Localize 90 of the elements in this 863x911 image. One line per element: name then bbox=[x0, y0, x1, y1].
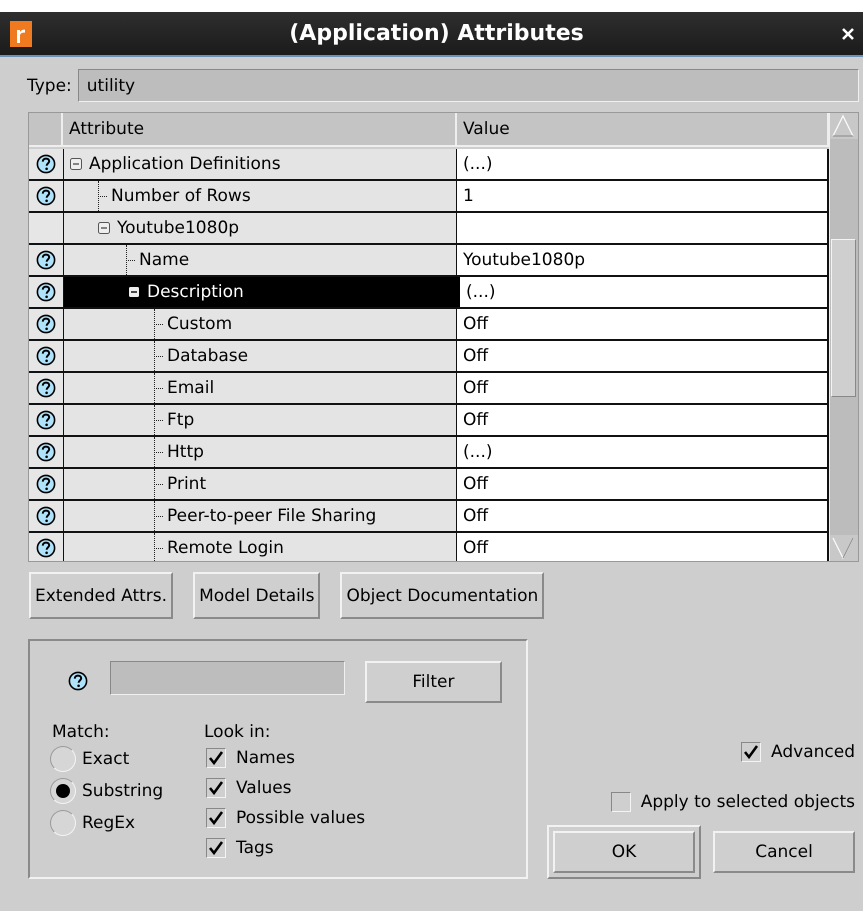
table-cell[interactable] bbox=[457, 213, 830, 243]
close-icon[interactable] bbox=[841, 26, 855, 40]
tree-line bbox=[126, 245, 137, 275]
tree-item[interactable]: Description bbox=[64, 277, 460, 307]
look-in-label: Look in: bbox=[204, 721, 272, 743]
checkbox-label[interactable]: Names bbox=[236, 748, 296, 768]
table-cell[interactable]: Off bbox=[457, 501, 830, 531]
tree-item[interactable]: Http bbox=[64, 437, 457, 467]
help-icon[interactable] bbox=[29, 309, 64, 339]
tree-item[interactable]: Application Definitions bbox=[64, 149, 457, 179]
table-cell[interactable]: Off bbox=[457, 469, 830, 499]
radio-label[interactable]: Exact bbox=[82, 749, 130, 769]
checkbox[interactable] bbox=[741, 742, 762, 762]
checkbox[interactable] bbox=[206, 808, 226, 828]
table-cell[interactable]: (...) bbox=[457, 437, 830, 467]
radio-button[interactable] bbox=[50, 778, 76, 804]
tree-line bbox=[154, 405, 165, 435]
tree-item[interactable]: Remote Login bbox=[64, 533, 457, 561]
radio-button[interactable] bbox=[50, 746, 76, 772]
table-cell[interactable]: Off bbox=[457, 405, 830, 435]
dialog-button[interactable]: OK bbox=[553, 831, 695, 873]
collapse-icon[interactable] bbox=[70, 158, 82, 170]
filter-button[interactable]: Filter bbox=[364, 661, 502, 703]
column-header[interactable]: Attribute bbox=[63, 113, 457, 145]
table-cell[interactable]: 1 bbox=[457, 181, 830, 211]
collapse-icon[interactable] bbox=[98, 222, 110, 234]
action-button[interactable]: Object Documentation bbox=[340, 572, 544, 619]
help-icon[interactable] bbox=[29, 245, 64, 275]
help-icon[interactable] bbox=[29, 405, 64, 435]
help-icon[interactable] bbox=[29, 437, 64, 467]
table-cell[interactable]: Youtube1080p bbox=[457, 245, 830, 275]
scroll-up-icon[interactable] bbox=[830, 113, 856, 139]
checkbox-label[interactable]: Values bbox=[236, 778, 292, 798]
window-title: (Application) Attributes bbox=[288, 21, 585, 46]
tree-line bbox=[154, 469, 165, 499]
scroll-thumb[interactable] bbox=[831, 239, 856, 397]
scroll-down-icon[interactable] bbox=[830, 535, 856, 561]
tree-item[interactable]: Email bbox=[64, 373, 457, 403]
radio-label[interactable]: Substring bbox=[82, 781, 164, 801]
help-icon[interactable] bbox=[29, 533, 64, 561]
help-icon[interactable] bbox=[29, 373, 64, 403]
table-cell[interactable]: Off bbox=[457, 309, 830, 339]
help-icon[interactable] bbox=[29, 501, 64, 531]
help-icon[interactable] bbox=[29, 149, 64, 179]
tree-item[interactable]: Name bbox=[64, 245, 457, 275]
tree-line bbox=[154, 533, 165, 561]
tree-line bbox=[154, 437, 165, 467]
tree-line bbox=[154, 309, 165, 339]
checkbox[interactable] bbox=[206, 778, 226, 798]
help-icon[interactable] bbox=[29, 341, 64, 371]
table-cell[interactable]: Off bbox=[457, 373, 830, 403]
table-cell[interactable]: Off bbox=[457, 341, 830, 371]
tree-item[interactable]: Peer-to-peer File Sharing bbox=[64, 501, 457, 531]
checkbox-label[interactable]: Possible values bbox=[236, 808, 366, 828]
scrollbar[interactable] bbox=[829, 113, 858, 561]
table-cell[interactable]: (...) bbox=[460, 277, 830, 307]
help-icon[interactable] bbox=[68, 671, 88, 691]
action-button[interactable]: Model Details bbox=[193, 572, 320, 619]
tree-item[interactable]: Custom bbox=[64, 309, 457, 339]
type-field[interactable]: utility bbox=[78, 69, 859, 102]
table-cell[interactable]: (...) bbox=[457, 149, 830, 179]
checkbox[interactable] bbox=[206, 838, 226, 858]
row-header[interactable] bbox=[29, 213, 64, 243]
help-icon[interactable] bbox=[29, 277, 64, 307]
table-cell[interactable]: Off bbox=[457, 533, 830, 561]
tree-line bbox=[154, 501, 165, 531]
match-label: Match: bbox=[52, 721, 111, 743]
tree-item[interactable]: Youtube1080p bbox=[64, 213, 457, 243]
checkbox[interactable] bbox=[610, 792, 631, 812]
tree-line bbox=[154, 341, 165, 371]
type-label: Type: bbox=[27, 76, 72, 96]
radio-button[interactable] bbox=[50, 810, 76, 836]
help-icon[interactable] bbox=[29, 181, 64, 211]
checkbox-label[interactable]: Apply to selected objects bbox=[640, 792, 855, 812]
app-logo-icon bbox=[10, 20, 32, 46]
dialog-button[interactable]: Cancel bbox=[713, 831, 855, 873]
tree-line bbox=[154, 373, 165, 403]
collapse-icon[interactable] bbox=[128, 286, 140, 298]
tree-item[interactable]: Number of Rows bbox=[64, 181, 457, 211]
action-button[interactable]: Extended Attrs. bbox=[29, 572, 174, 619]
tree-item[interactable]: Ftp bbox=[64, 405, 457, 435]
checkbox[interactable] bbox=[206, 748, 226, 768]
checkbox-label[interactable]: Advanced bbox=[771, 742, 855, 762]
tree-item[interactable]: Print bbox=[64, 469, 457, 499]
radio-label[interactable]: RegEx bbox=[82, 813, 136, 833]
help-icon[interactable] bbox=[29, 469, 64, 499]
checkbox-label[interactable]: Tags bbox=[236, 838, 274, 858]
tree-line bbox=[98, 181, 109, 211]
tree-item[interactable]: Database bbox=[64, 341, 457, 371]
filter-field[interactable] bbox=[110, 661, 345, 695]
